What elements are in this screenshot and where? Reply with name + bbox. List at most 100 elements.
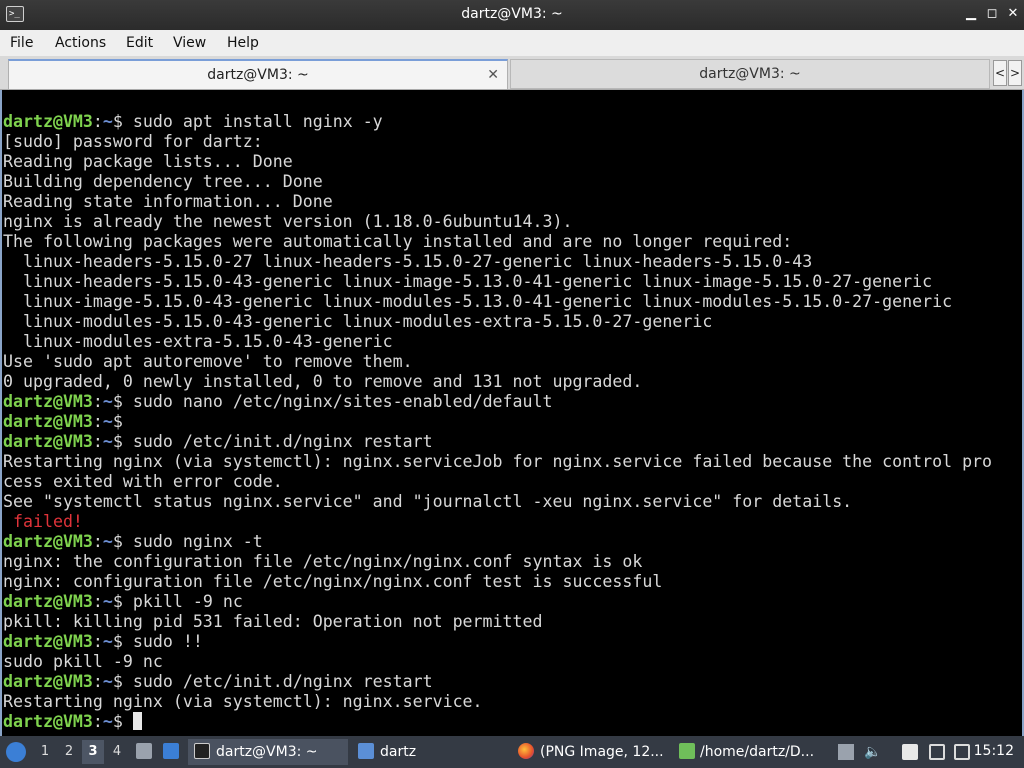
terminal-line: dartz@VM3:~$ sudo nginx -t [3,532,263,551]
command-text: sudo /etc/init.d/nginx restart [122,672,433,691]
menu-actions[interactable]: Actions [55,35,106,51]
menu-file[interactable]: File [10,35,33,51]
command-text [123,712,133,731]
terminal-line: Reading package lists... Done [3,152,992,172]
folder-icon [358,743,374,759]
output-text: linux-modules-extra-5.15.0-43-generic [3,332,393,351]
output-text: Use 'sudo apt autoremove' to remove them… [3,352,413,371]
output-text: nginx is already the newest version (1.1… [3,212,573,231]
taskbar: 1 2 3 4 dartz@VM3: ~ dartz (PNG Image, 1… [0,736,1024,768]
terminal-line: nginx: the configuration file /etc/nginx… [3,552,992,572]
output-text: Reading state information... Done [3,192,333,211]
file-manager-launcher-icon[interactable] [163,743,179,759]
prompt-path: ~ [102,592,113,611]
task-text-editor[interactable]: /home/dartz/D... [676,739,826,765]
terminal-line: Restarting nginx (via systemctl): nginx.… [3,692,992,712]
command-text: sudo nginx -t [122,532,263,551]
terminal-line: dartz@VM3:~$ sudo apt install nginx -y [3,112,383,131]
prompt-path: ~ [102,672,113,691]
network-icon[interactable] [954,744,970,760]
prompt-user: dartz@VM3 [3,412,93,431]
command-text: sudo /etc/init.d/nginx restart [122,432,433,451]
prompt-path: ~ [102,632,113,651]
prompt-path: ~ [102,412,113,431]
output-text: pkill: killing pid 531 failed: Operation… [3,612,543,631]
terminal-line: 0 upgraded, 0 newly installed, 0 to remo… [3,372,992,392]
workspace-2[interactable]: 2 [58,740,80,764]
tab-terminal-1[interactable]: dartz@VM3: ~ ✕ [8,59,508,89]
clock[interactable]: 15:12 [974,743,1014,759]
terminal-line: linux-image-5.15.0-43-generic linux-modu… [3,292,992,312]
output-text: Restarting nginx (via systemctl): nginx.… [3,452,993,471]
tab-scroll-left-button[interactable]: < [993,60,1007,86]
tab-label: dartz@VM3: ~ [207,67,309,83]
terminal-line: Building dependency tree... Done [3,172,992,192]
prompt-user: dartz@VM3 [3,632,93,651]
terminal-line: linux-headers-5.15.0-43-generic linux-im… [3,272,992,292]
minimize-button[interactable]: ▁ [962,5,980,23]
output-text: linux-image-5.15.0-43-generic linux-modu… [3,292,953,311]
terminal-line: pkill: killing pid 531 failed: Operation… [3,612,992,632]
prompt-path: ~ [102,392,113,411]
terminal-line: See "systemctl status nginx.service" and… [3,492,992,512]
tab-close-icon[interactable]: ✕ [487,61,499,89]
menu-edit[interactable]: Edit [126,35,153,51]
display-icon[interactable] [929,744,945,760]
prompt-user: dartz@VM3 [3,432,93,451]
output-text: The following packages were automaticall… [3,232,793,251]
maximize-button[interactable]: ◻ [983,5,1001,23]
task-terminal[interactable]: dartz@VM3: ~ [188,739,348,765]
terminal-line: linux-modules-5.15.0-43-generic linux-mo… [3,312,992,332]
tab-label: dartz@VM3: ~ [699,66,801,82]
notes-icon[interactable] [902,744,918,760]
show-desktop-icon[interactable] [136,743,152,759]
clipboard-icon[interactable] [838,744,854,760]
output-text: 0 upgraded, 0 newly installed, 0 to remo… [3,372,643,391]
terminal-line: Restarting nginx (via systemctl): nginx.… [3,452,992,472]
terminal-cursor [132,712,142,730]
tab-terminal-2[interactable]: dartz@VM3: ~ [510,59,990,89]
text-editor-icon [679,743,695,759]
workspace-1[interactable]: 1 [34,740,56,764]
menu-help[interactable]: Help [227,35,259,51]
terminal-line: dartz@VM3:~$ [3,412,123,431]
window-title: dartz@VM3: ~ [461,6,563,22]
terminal-line: dartz@VM3:~$ pkill -9 nc [3,592,243,611]
prompt-user: dartz@VM3 [3,532,93,551]
workspace-4[interactable]: 4 [106,740,128,764]
tab-bar: dartz@VM3: ~ ✕ dartz@VM3: ~ [0,56,1024,90]
prompt-user: dartz@VM3 [3,112,93,131]
firefox-icon [518,743,534,759]
terminal-line: failed! [3,512,992,532]
menu-bar: File Actions Edit View Help [0,30,1024,56]
terminal-line: Use 'sudo apt autoremove' to remove them… [3,352,992,372]
start-menu-icon[interactable] [6,742,26,762]
output-text: cess exited with error code. [3,472,283,491]
terminal-line: The following packages were automaticall… [3,232,992,252]
task-file-manager[interactable]: dartz [354,739,504,765]
menu-view[interactable]: View [173,35,206,51]
terminal-line: nginx is already the newest version (1.1… [3,212,992,232]
terminal-line: cess exited with error code. [3,472,992,492]
terminal-line: Reading state information... Done [3,192,992,212]
task-firefox[interactable]: (PNG Image, 12... [514,739,672,765]
volume-icon[interactable]: 🔈 [864,744,881,760]
output-text: nginx: configuration file /etc/nginx/ngi… [3,572,663,591]
terminal-line: nginx: configuration file /etc/nginx/ngi… [3,572,992,592]
output-text: linux-headers-5.15.0-27 linux-headers-5.… [3,252,813,271]
workspace-3[interactable]: 3 [82,740,104,764]
close-window-button[interactable]: ✕ [1004,5,1022,23]
prompt-user: dartz@VM3 [3,392,93,411]
terminal-line: dartz@VM3:~$ sudo !! [3,632,203,651]
terminal-line: dartz@VM3:~$ sudo /etc/init.d/nginx rest… [3,672,433,691]
output-text: Reading package lists... Done [3,152,293,171]
output-text: See "systemctl status nginx.service" and… [3,492,853,511]
output-text: sudo pkill -9 nc [3,652,163,671]
output-text: Building dependency tree... Done [3,172,323,191]
tab-scroll-right-button[interactable]: > [1008,60,1022,86]
terminal-line: linux-modules-extra-5.15.0-43-generic [3,332,992,352]
prompt-path: ~ [102,112,113,131]
output-text: linux-headers-5.15.0-43-generic linux-im… [3,272,933,291]
terminal-view[interactable]: dartz@VM3:~$ sudo apt install nginx -y [s… [0,90,1024,736]
prompt-user: dartz@VM3 [3,712,93,731]
